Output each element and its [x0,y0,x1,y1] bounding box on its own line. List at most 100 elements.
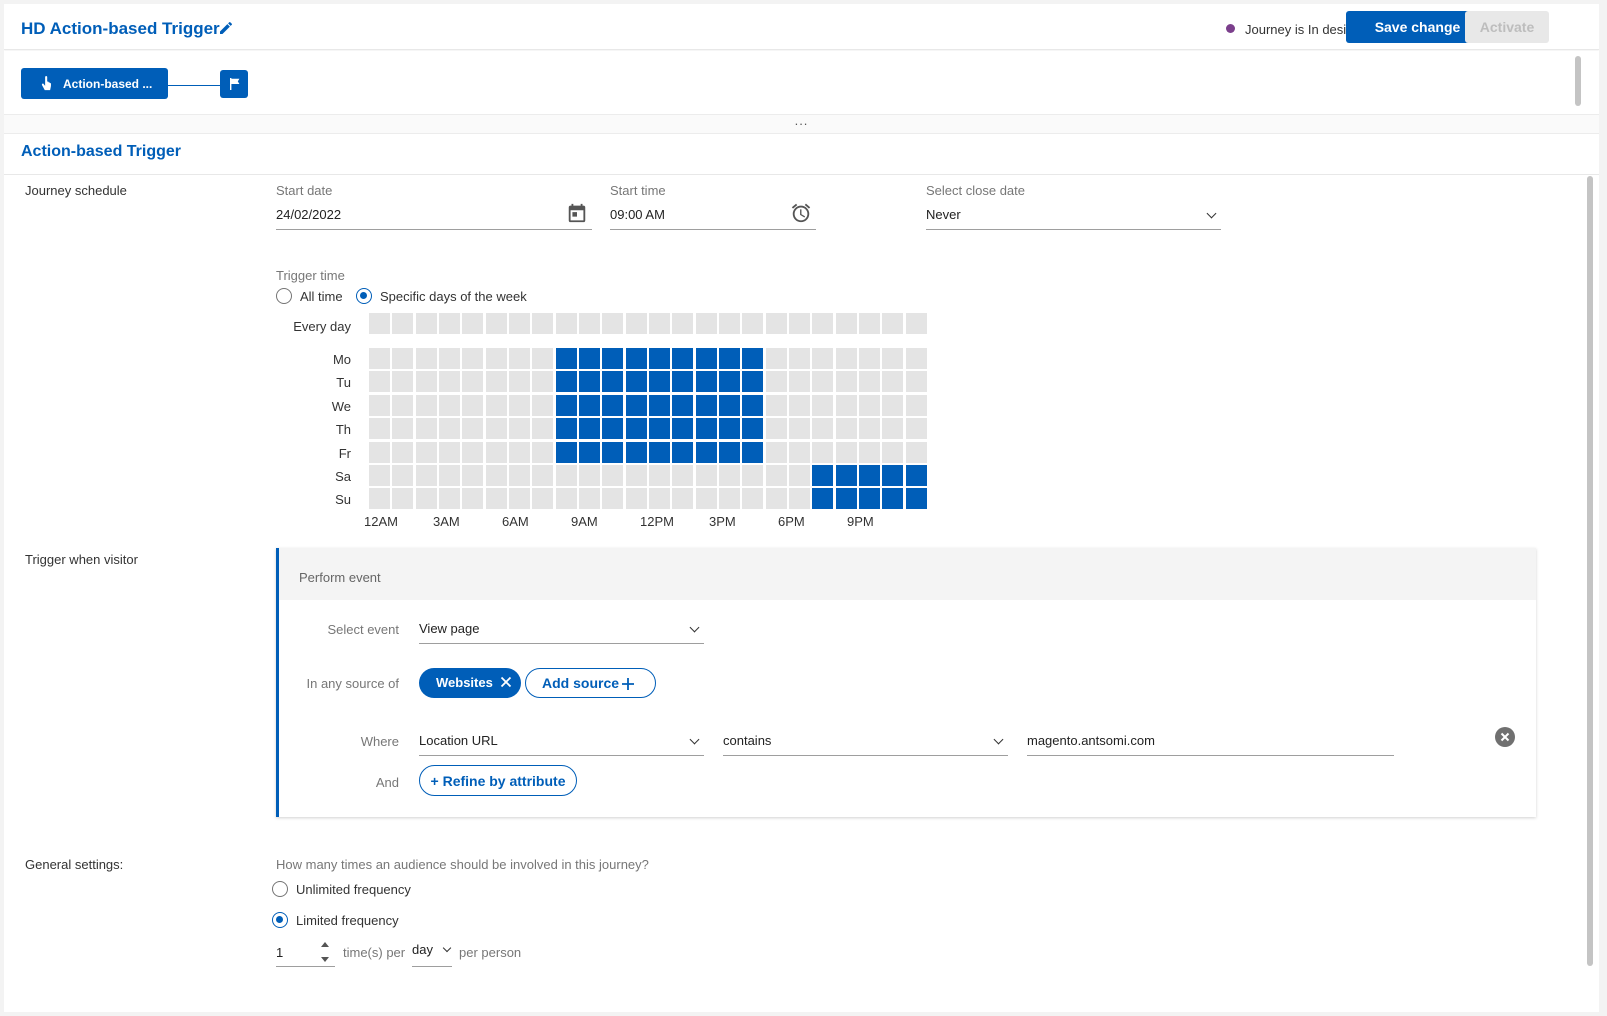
heatmap-cell[interactable] [836,488,857,509]
heatmap-cell[interactable] [486,371,507,392]
heatmap-cell[interactable] [859,488,880,509]
heatmap-cell[interactable] [532,465,553,486]
heatmap-cell-every-day[interactable] [882,313,903,334]
heatmap-cell[interactable] [649,465,670,486]
heatmap-cell-every-day[interactable] [439,313,460,334]
heatmap-cell[interactable] [369,465,390,486]
edit-pencil-icon[interactable] [218,20,234,36]
heatmap-cell[interactable] [882,465,903,486]
heatmap-cell[interactable] [719,418,740,439]
heatmap-cell[interactable] [906,488,927,509]
heatmap-cell[interactable] [626,348,647,369]
heatmap-cell-every-day[interactable] [696,313,717,334]
heatmap-cell[interactable] [672,371,693,392]
heatmap-cell[interactable] [906,465,927,486]
heatmap-cell[interactable] [416,488,437,509]
radio-specific-days[interactable]: Specific days of the week [356,288,527,304]
heatmap-cell[interactable] [906,371,927,392]
heatmap-cell[interactable] [626,442,647,463]
heatmap-cell[interactable] [812,488,833,509]
heatmap-cell[interactable] [486,395,507,416]
heatmap-cell[interactable] [649,418,670,439]
heatmap-cell[interactable] [766,371,787,392]
heatmap-cell[interactable] [859,418,880,439]
heatmap-cell[interactable] [882,442,903,463]
heatmap-cell[interactable] [439,442,460,463]
heatmap-cell[interactable] [882,348,903,369]
heatmap-cell[interactable] [462,348,483,369]
heatmap-cell[interactable] [859,395,880,416]
flow-node-action-based[interactable]: Action-based ... [21,68,168,99]
heatmap-cell[interactable] [462,442,483,463]
heatmap-cell[interactable] [836,348,857,369]
radio-limited-circle[interactable] [272,912,288,928]
heatmap-cell[interactable] [742,442,763,463]
heatmap-cell[interactable] [556,442,577,463]
heatmap-cell[interactable] [532,348,553,369]
heatmap-cell[interactable] [649,371,670,392]
radio-unlimited-circle[interactable] [272,881,288,897]
heatmap-cell-every-day[interactable] [602,313,623,334]
radio-all-time[interactable]: All time [276,288,343,304]
heatmap-cell-every-day[interactable] [532,313,553,334]
heatmap-cell[interactable] [626,488,647,509]
heatmap-cell[interactable] [672,488,693,509]
calendar-icon[interactable] [566,202,588,224]
heatmap-cell[interactable] [719,465,740,486]
heatmap-cell[interactable] [556,371,577,392]
heatmap-cell[interactable] [416,395,437,416]
heatmap-cell[interactable] [579,488,600,509]
radio-specific-days-circle[interactable] [356,288,372,304]
close-date-select[interactable]: Never [926,202,1221,230]
heatmap-cell[interactable] [649,348,670,369]
heatmap-cell[interactable] [602,348,623,369]
heatmap-cell[interactable] [579,418,600,439]
heatmap-cell[interactable] [906,442,927,463]
heatmap-cell[interactable] [486,488,507,509]
radio-limited-frequency[interactable]: Limited frequency [272,912,399,928]
heatmap-cell[interactable] [789,418,810,439]
heatmap-cell[interactable] [369,442,390,463]
heatmap-cell[interactable] [719,371,740,392]
heatmap-cell[interactable] [602,442,623,463]
heatmap-cell[interactable] [859,465,880,486]
heatmap-cell[interactable] [602,418,623,439]
heatmap-cell[interactable] [672,442,693,463]
heatmap-cell[interactable] [836,442,857,463]
heatmap-cell[interactable] [579,442,600,463]
heatmap-cell[interactable] [696,371,717,392]
where-operator-dropdown[interactable]: contains [723,728,1008,756]
heatmap-cell[interactable] [626,371,647,392]
heatmap-cell[interactable] [392,395,413,416]
heatmap-cell[interactable] [439,418,460,439]
heatmap-cell[interactable] [672,348,693,369]
heatmap-cell[interactable] [486,348,507,369]
heatmap-cell[interactable] [672,395,693,416]
heatmap-cell[interactable] [369,395,390,416]
heatmap-cell-every-day[interactable] [649,313,670,334]
refine-by-attribute-button[interactable]: + Refine by attribute [419,765,577,796]
heatmap-cell[interactable] [579,395,600,416]
heatmap-cell[interactable] [672,418,693,439]
heatmap-cell[interactable] [882,395,903,416]
heatmap-cell[interactable] [439,488,460,509]
heatmap-cell-every-day[interactable] [416,313,437,334]
heatmap-cell[interactable] [719,348,740,369]
heatmap-cell[interactable] [509,418,530,439]
radio-all-time-circle[interactable] [276,288,292,304]
heatmap-cell[interactable] [672,465,693,486]
heatmap-cell[interactable] [392,488,413,509]
heatmap-cell[interactable] [556,395,577,416]
radio-unlimited-frequency[interactable]: Unlimited frequency [272,881,411,897]
heatmap-cell[interactable] [882,488,903,509]
heatmap-cell[interactable] [392,465,413,486]
heatmap-cell-every-day[interactable] [766,313,787,334]
heatmap-cell[interactable] [509,488,530,509]
main-scrollbar[interactable] [1587,176,1593,966]
heatmap-cell-every-day[interactable] [486,313,507,334]
heatmap-cell[interactable] [439,348,460,369]
heatmap-cell-every-day[interactable] [906,313,927,334]
heatmap-cell[interactable] [392,371,413,392]
heatmap-cell[interactable] [719,442,740,463]
heatmap-cell[interactable] [462,371,483,392]
